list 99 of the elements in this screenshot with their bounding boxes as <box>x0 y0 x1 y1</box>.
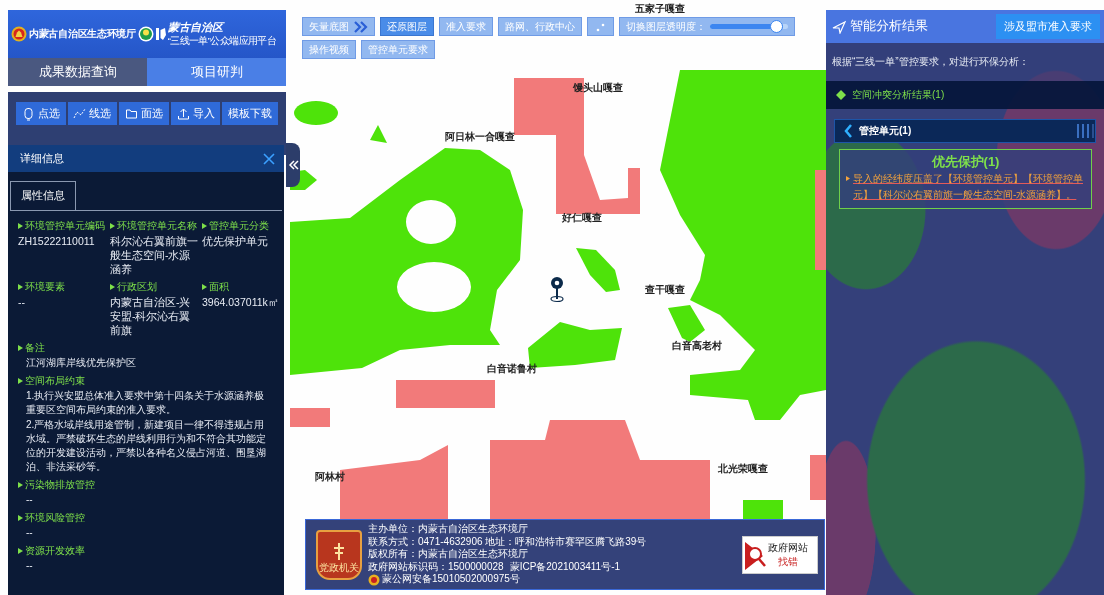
field-label: 面积 <box>209 280 229 294</box>
field-label: 资源开发效率 <box>25 544 85 558</box>
chevron-left-icon <box>843 124 853 138</box>
org-name: 内蒙古自治区生态环境厅 <box>29 27 136 41</box>
platform-subtitle: “三线一单”公众端应用平台 <box>167 35 277 48</box>
tool-button[interactable]: 线选 <box>67 102 118 125</box>
police-badge-icon <box>368 573 380 586</box>
report-error-button[interactable]: 政府网站 找错 <box>742 535 818 574</box>
restricted-region <box>810 455 826 500</box>
badge-text: 党政机关 <box>319 560 359 575</box>
place-label: 查干嘎查 <box>645 283 685 297</box>
double-chevron-icon <box>287 159 299 171</box>
field-label: 环境要素 <box>25 280 65 294</box>
place-label: 五家子嘎查 <box>635 2 685 16</box>
tool-button[interactable]: 点选 <box>16 102 66 125</box>
triangle-bullet-icon <box>18 515 23 521</box>
magnifier-icon <box>745 539 766 570</box>
close-icon[interactable] <box>262 151 276 166</box>
triangle-bullet-icon <box>18 548 23 554</box>
slider-label: 切换图层透明度： <box>626 19 706 34</box>
field-value: -- <box>25 559 34 573</box>
field-value: -- <box>25 493 34 507</box>
detail-tab[interactable]: 属性信息 <box>10 181 76 210</box>
triangle-bullet-icon <box>110 223 115 229</box>
requirements-button[interactable]: 涉及盟市准入要求 <box>996 14 1100 39</box>
panel-title: 详细信息 <box>20 151 64 166</box>
place-label: 好仁嘎查 <box>562 211 602 225</box>
field-value: 优先保护单元 <box>202 234 269 248</box>
triangle-bullet-icon <box>18 378 23 384</box>
upload-icon <box>176 106 190 121</box>
slider-thumb[interactable] <box>769 20 783 33</box>
place-label: 北光荣嘎查 <box>718 462 768 476</box>
footer-text: 版权所有：内蒙古自治区生态环境厅 <box>368 548 529 561</box>
field-value: 3964.037011k㎡ <box>202 295 280 309</box>
triangle-bullet-icon <box>18 345 23 351</box>
footer-text: 政府网站标识码：1500000028 <box>368 560 504 573</box>
main-tab[interactable]: 项目研判 <box>147 58 286 86</box>
environment-emblem-icon <box>137 26 154 42</box>
triangle-bullet-icon <box>110 284 115 290</box>
place-label: 白音高老村 <box>672 339 722 353</box>
opacity-slider[interactable] <box>710 20 788 33</box>
triangle-bullet-icon <box>202 223 207 229</box>
result-text: 导入的经纬度压盖了【环境管控单元】【环境管控单元】【科尔沁右翼前旗一般生态空间-水源涵养】。 <box>853 172 1084 202</box>
main-tab[interactable]: 成果数据查询 <box>8 58 147 86</box>
panel-title: 智能分析结果 <box>850 18 928 35</box>
stripes-icon <box>1077 122 1095 140</box>
folder-icon <box>125 106 138 121</box>
field-label: 环境风险管控 <box>25 511 85 525</box>
vegetation-region <box>576 248 620 292</box>
triangle-bullet-icon <box>202 284 207 290</box>
field-label: 管控单元分类 <box>209 219 269 233</box>
field-value: 科尔沁右翼前旗一般生态空间-水源涵养 <box>110 234 199 276</box>
triangle-bullet-icon <box>18 284 23 290</box>
footer-text: 主办单位：内蒙古自治区生态环境厅 <box>368 523 529 536</box>
section-title: 空间冲突分析结果(1) <box>852 88 945 102</box>
icp-link[interactable]: 蒙ICP备2021003411号-1 <box>509 560 621 574</box>
subsection-title: 管控单元(1) <box>859 124 913 138</box>
triangle-bullet-icon <box>18 482 23 488</box>
field-value: -- <box>25 526 34 540</box>
vegetation-region <box>743 500 783 519</box>
field-label: 环境管控单元编码 <box>25 219 105 233</box>
field-label: 空间布局约束 <box>25 374 85 388</box>
field-label: 备注 <box>25 341 45 355</box>
place-label: 阿林村 <box>315 470 345 484</box>
field-value: -- <box>18 295 26 309</box>
tool-button[interactable]: 模板下载 <box>222 102 278 125</box>
diamond-icon <box>836 90 846 100</box>
vegetation-region <box>294 101 338 125</box>
field-label: 环境管控单元名称 <box>117 219 197 233</box>
send-icon <box>832 19 846 34</box>
place-label: 阿日林一合嘎查 <box>445 130 515 144</box>
subsection-header[interactable]: 管控单元(1) <box>834 119 1096 143</box>
triangle-bullet-icon <box>18 223 23 229</box>
field-label: 污染物排放管控 <box>25 478 95 492</box>
platform-logo-icon <box>155 25 166 43</box>
collapse-handle[interactable] <box>286 143 300 187</box>
location-pin-icon <box>549 276 565 303</box>
field-value: 内蒙古自治区-兴安盟-科尔沁右翼前旗 <box>110 295 192 337</box>
emblem-icon <box>332 541 346 561</box>
field-value: 1.执行兴安盟总体准入要求中第十四条关于水源涵养极重要区空间布局约束的准入要求。 <box>25 389 266 417</box>
section-header[interactable]: 空间冲突分析结果(1) <box>826 81 1104 109</box>
field-value: ZH15222110011 <box>18 234 96 248</box>
map-tool-button[interactable]: 还原图层 <box>380 17 434 36</box>
vegetation-region <box>370 125 387 143</box>
logo-text: 蒙古自治区 <box>167 20 226 35</box>
police-record-link[interactable]: 蒙公网安备15010502000975号 <box>382 573 520 586</box>
triangle-bullet-icon <box>846 176 850 181</box>
mouse-icon <box>21 106 35 121</box>
tool-button[interactable]: 导入 <box>170 102 221 125</box>
field-value: 2.严格水域岸线用途管制，新建项目一律不得违规占用水域。严禁破坏生态的岸线利用行为和不符合其功能定位的开发建设活动，严禁以各种名义侵占河道、围垦湖泊、非法采砂等。 <box>25 418 267 474</box>
field-value: 江河湖库岸线优先保护区 <box>25 356 137 370</box>
result-title: 优先保护(1) <box>930 153 1001 171</box>
field-label: 行政区划 <box>117 280 157 294</box>
footer-text: 联系方式：0471-4632906 地址：呼和浩特市赛罕区腾飞路39号 <box>368 535 648 548</box>
restricted-region <box>290 408 330 427</box>
national-emblem-icon <box>11 26 27 42</box>
tool-button[interactable]: 面选 <box>119 102 169 125</box>
double-chevron-icon <box>353 19 368 34</box>
polyline-icon <box>73 106 87 121</box>
